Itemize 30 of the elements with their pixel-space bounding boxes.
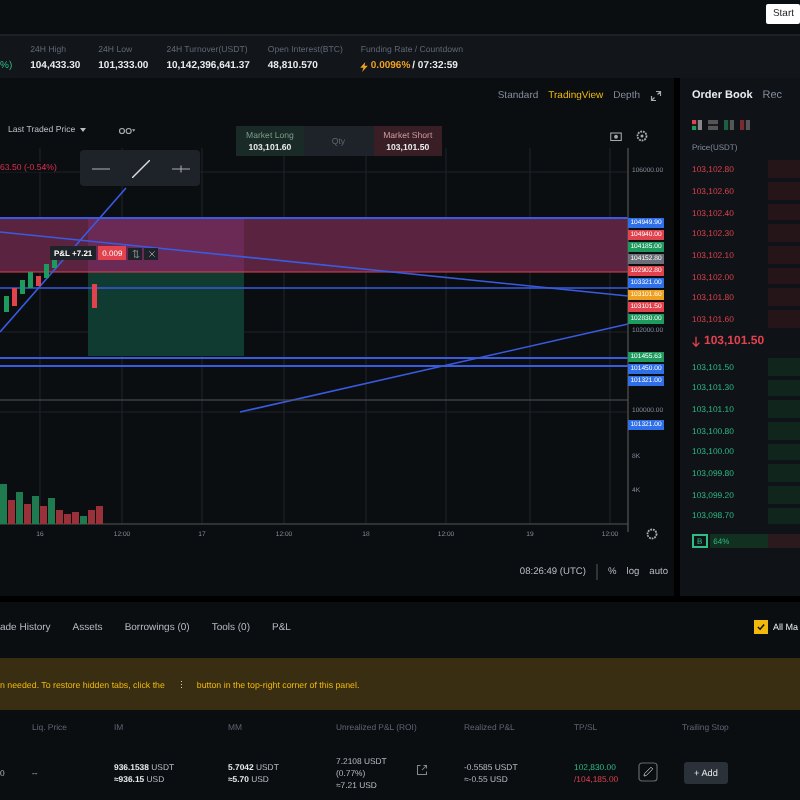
price-line[interactable] [0, 365, 629, 368]
candle [44, 264, 49, 279]
camera-icon[interactable] [610, 130, 622, 143]
asks-view-icon[interactable] [740, 119, 750, 130]
candle [20, 280, 25, 295]
down-arrow-icon [692, 336, 700, 349]
share-icon[interactable] [416, 764, 428, 777]
indicator-icon[interactable] [118, 126, 136, 137]
trend-line[interactable] [0, 231, 629, 298]
candle [12, 288, 17, 307]
price-line[interactable] [0, 357, 629, 360]
candle [36, 276, 41, 287]
trend-line[interactable] [0, 187, 127, 334]
ray-line-icon[interactable] [171, 159, 189, 178]
candle [92, 284, 97, 309]
lightning-icon [360, 61, 369, 72]
expand-icon[interactable] [650, 89, 662, 102]
grid-view-icon[interactable] [708, 119, 718, 130]
settings-icon[interactable] [636, 130, 648, 143]
bids-view-icon[interactable] [724, 119, 734, 130]
trend-line-icon[interactable] [131, 159, 149, 178]
trend-line[interactable] [239, 323, 629, 414]
both-sides-view-icon[interactable] [692, 119, 702, 130]
caret-icon [79, 128, 86, 133]
checkbox[interactable] [754, 620, 769, 635]
settings-icon[interactable] [646, 528, 658, 541]
candle [28, 272, 33, 289]
price-line[interactable] [0, 287, 629, 290]
candle [4, 296, 9, 313]
edit-icon[interactable] [638, 762, 658, 783]
